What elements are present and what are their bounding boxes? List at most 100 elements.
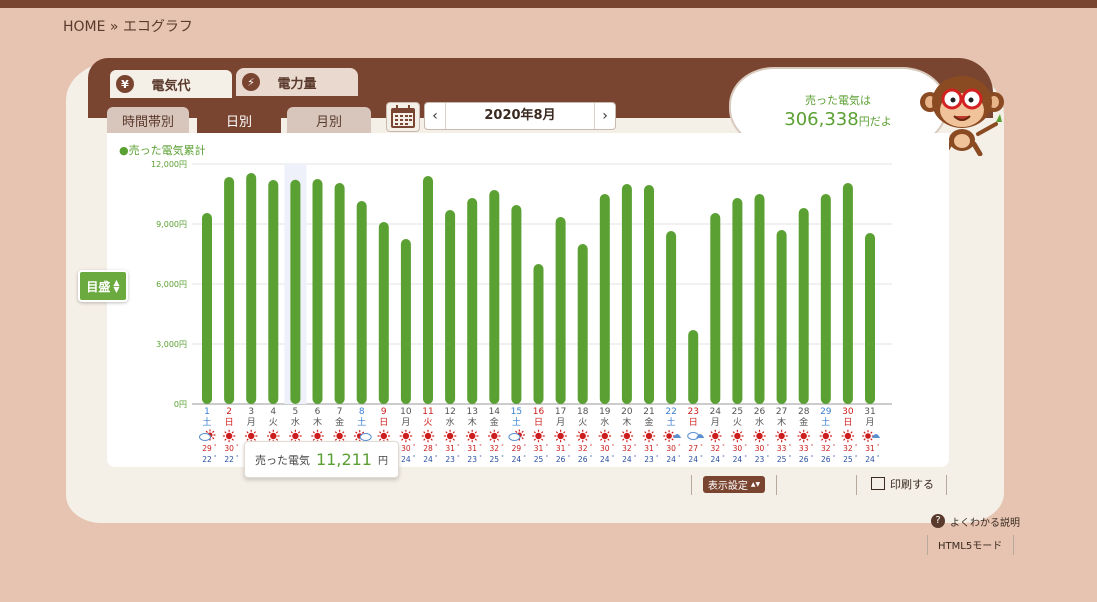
weekday-label: 木: [468, 416, 477, 428]
day-number-label: 2: [226, 407, 232, 417]
weekday-label: 水: [291, 416, 300, 428]
day-number-label: 11: [422, 407, 433, 417]
degree-symbol: °: [811, 455, 814, 461]
sun-ray: [585, 431, 588, 434]
sun-ray: [828, 438, 831, 441]
degree-symbol: °: [479, 444, 482, 450]
degree-symbol: °: [236, 455, 239, 461]
divider: [856, 475, 857, 495]
sun-ray: [423, 438, 426, 441]
sun-ray: [762, 431, 765, 434]
sun-ray: [445, 431, 448, 434]
sun-ray: [342, 431, 345, 434]
sun-ray: [275, 431, 279, 434]
bar: [378, 222, 389, 404]
sun-disc: [645, 432, 653, 440]
sun-ray: [577, 438, 581, 441]
weekday-label: 金: [644, 416, 653, 428]
degree-symbol: °: [877, 444, 880, 450]
weekday-label: 火: [423, 417, 432, 428]
weekday-label: 土: [821, 416, 830, 428]
sun-ray: [231, 438, 234, 441]
degree-symbol: °: [214, 455, 217, 461]
degree-symbol: °: [789, 455, 792, 461]
weather-sun-icon: [797, 429, 810, 443]
degree-symbol: °: [855, 444, 858, 450]
sun-ray: [297, 431, 301, 434]
sun-ray: [671, 431, 674, 434]
sun-ray: [205, 430, 208, 433]
umbrella-shape: [673, 434, 682, 438]
degree-symbol: °: [457, 455, 460, 461]
sun-ray: [671, 438, 674, 441]
sun-ray: [843, 431, 846, 434]
degree-symbol: °: [523, 455, 526, 461]
sun-disc: [491, 432, 498, 440]
temp-low-label: 23: [755, 455, 765, 464]
sun-ray: [863, 431, 866, 434]
sun-ray: [563, 431, 566, 434]
sun-ray: [599, 438, 603, 441]
sun-disc: [225, 432, 233, 440]
y-tick-label: 6,000円: [156, 280, 187, 289]
day-number-label: 8: [359, 407, 365, 417]
weather-cloud-sun-icon: [199, 429, 216, 441]
sun-ray: [820, 431, 824, 434]
sun-ray: [863, 438, 866, 441]
bar: [776, 230, 787, 404]
weekday-label: 日: [379, 417, 388, 428]
degree-symbol: °: [590, 455, 593, 461]
sun-ray: [452, 431, 455, 434]
temp-high-label: 30: [224, 444, 234, 453]
help-link[interactable]: よくわかる説明: [950, 514, 1020, 529]
degree-symbol: °: [546, 455, 549, 461]
temp-high-label: 33: [799, 444, 809, 453]
temp-high-label: 30: [600, 444, 610, 453]
sun-ray: [710, 438, 713, 441]
sun-ray: [599, 431, 603, 434]
sun-ray: [651, 431, 654, 434]
weekday-label: 水: [446, 416, 455, 428]
display-settings-button[interactable]: 表示設定 ▲▼: [703, 476, 765, 493]
degree-symbol: °: [612, 455, 615, 461]
sun-ray: [607, 438, 610, 441]
temp-low-label: 25: [490, 455, 500, 464]
degree-symbol: °: [722, 455, 725, 461]
bar: [688, 330, 699, 404]
bar: [400, 239, 411, 404]
temp-low-label: 24: [622, 455, 632, 464]
temp-high-label: 28: [423, 444, 433, 453]
weekday-label: 月: [556, 417, 565, 428]
day-number-label: 23: [687, 407, 698, 417]
degree-symbol: °: [767, 455, 770, 461]
day-number-label: 6: [315, 407, 321, 417]
sun-disc: [712, 432, 719, 440]
day-number-label: 19: [599, 407, 611, 417]
sun-ray: [246, 431, 249, 434]
sun-ray: [563, 438, 566, 441]
temp-high-label: 29: [202, 444, 212, 453]
weekday-label: 木: [622, 416, 631, 428]
sun-ray: [622, 438, 625, 441]
bar: [334, 183, 345, 404]
temp-low-label: 24: [865, 455, 875, 464]
weather-sun-icon: [488, 429, 501, 443]
temp-high-label: 30: [755, 444, 765, 453]
degree-symbol: °: [722, 444, 725, 450]
temp-low-label: 23: [644, 455, 654, 464]
bar: [798, 208, 809, 404]
sun-ray: [798, 431, 802, 434]
html5-mode-link[interactable]: HTML5モード: [938, 537, 1002, 552]
degree-symbol: °: [634, 444, 637, 450]
temp-high-label: 32: [578, 444, 588, 453]
weather-sun-icon: [399, 429, 413, 443]
temp-low-label: 22: [224, 455, 234, 464]
day-number-label: 18: [577, 407, 589, 417]
print-button[interactable]: 印刷する: [871, 476, 934, 492]
help-icon[interactable]: ?: [931, 514, 945, 528]
weekday-label: 金: [335, 416, 344, 428]
weather-sun-icon: [576, 429, 589, 443]
sun-ray: [231, 431, 234, 434]
divider: [1013, 535, 1014, 555]
weather-cloud-sun-icon: [508, 429, 525, 441]
